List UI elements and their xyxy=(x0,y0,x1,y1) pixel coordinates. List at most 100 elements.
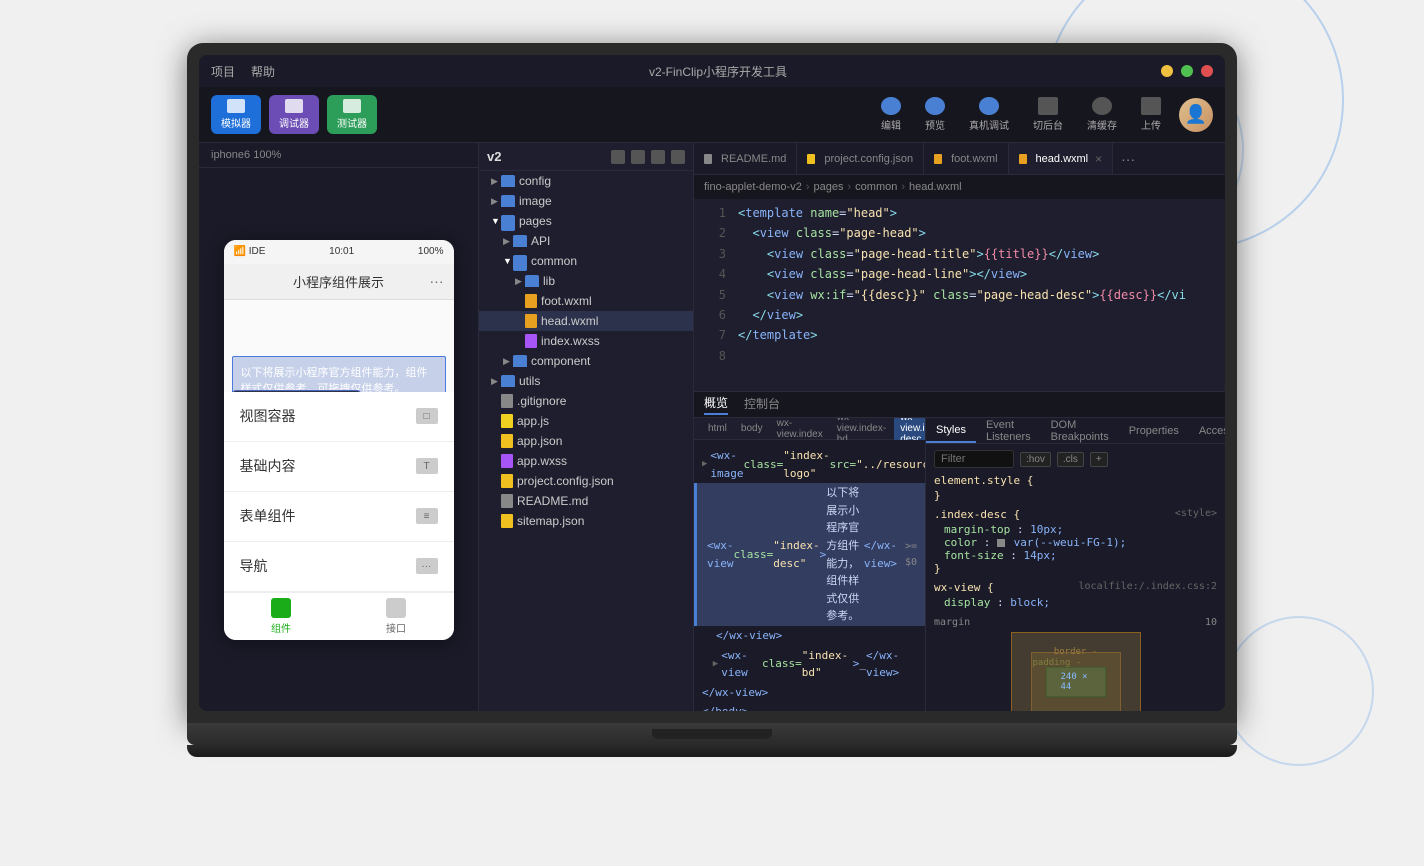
html-line-body-end[interactable]: </body> xyxy=(694,702,925,711)
breadcrumb-pages[interactable]: pages xyxy=(814,181,844,193)
app-title: v2-FinClip小程序开发工具 xyxy=(649,63,787,80)
device-debug-action[interactable]: 真机调试 xyxy=(959,93,1019,136)
html-line-wx-view-desc[interactable]: <wx-view class="index-desc" >以下将展示小程序官方组… xyxy=(694,483,925,626)
window-controls xyxy=(1161,65,1213,77)
maximize-button[interactable] xyxy=(1181,65,1193,77)
preview-action[interactable]: 预览 xyxy=(915,93,955,136)
device-debug-icon xyxy=(979,97,999,115)
minimize-button[interactable] xyxy=(1161,65,1173,77)
menu-project[interactable]: 项目 xyxy=(211,63,235,80)
code-line-7: 7 </template> xyxy=(694,325,1225,345)
styles-tab-properties[interactable]: Properties xyxy=(1119,418,1189,443)
bottom-tab-overview[interactable]: 概览 xyxy=(704,394,728,415)
tree-folder-api[interactable]: ▶ API xyxy=(479,231,693,251)
tree-folder-config[interactable]: ▶ config xyxy=(479,171,693,191)
tabs-more-button[interactable]: ··· xyxy=(1113,151,1143,167)
tree-folder-pages[interactable]: ▼ pages xyxy=(479,211,693,231)
edit-action[interactable]: 编辑 xyxy=(871,93,911,136)
tree-folder-lib[interactable]: ▶ lib xyxy=(479,271,693,291)
html-line-wx-view-end[interactable]: </wx-view> xyxy=(694,683,925,703)
html-line-wx-image[interactable]: ▶ <wx-image class="index-logo" src="../r… xyxy=(694,446,925,483)
html-line-wx-view-close[interactable]: </wx-view> xyxy=(694,626,925,646)
html-line-wx-view-bd[interactable]: ▶ <wx-view class="index-bd" >_</wx-view> xyxy=(694,646,925,683)
tree-folder-utils[interactable]: ▶ utils xyxy=(479,371,693,391)
breadcrumb-file[interactable]: head.wxml xyxy=(909,181,962,193)
tree-file-app-js[interactable]: app.js xyxy=(479,411,693,431)
tree-folder-image[interactable]: ▶ image xyxy=(479,191,693,211)
phone-section-view-container[interactable]: 视图容器 □ xyxy=(224,392,454,442)
lib-folder-icon xyxy=(525,275,539,287)
foot-wxml-label: foot.wxml xyxy=(541,294,592,308)
image-folder-label: image xyxy=(519,194,552,208)
tree-file-sitemap[interactable]: sitemap.json xyxy=(479,511,693,531)
code-line-3: 3 <view class="page-head-title">{{title}… xyxy=(694,244,1225,264)
el-tab-wx-view-index[interactable]: wx-view.index xyxy=(771,418,829,441)
file-tree-header: v2 xyxy=(479,143,693,171)
styles-tab-dom-breakpoints[interactable]: DOM Breakpoints xyxy=(1041,418,1119,443)
code-line-4: 4 <view class="page-head-line"></view> xyxy=(694,264,1225,284)
styles-panel: Styles Event Listeners DOM Breakpoints P… xyxy=(925,418,1225,711)
tree-folder-common[interactable]: ▼ common xyxy=(479,251,693,271)
head-wxml-tab-close[interactable]: × xyxy=(1095,152,1102,166)
tree-file-index-wxss[interactable]: index.wxss xyxy=(479,331,693,351)
styles-filter-input[interactable] xyxy=(934,450,1014,468)
phone-section-basic[interactable]: 基础内容 T xyxy=(224,442,454,492)
pseudo-cls-button[interactable]: .cls xyxy=(1057,452,1084,467)
file-more-button[interactable] xyxy=(671,150,685,164)
upload-action[interactable]: 上传 xyxy=(1131,93,1171,136)
phone-nav-components[interactable]: 组件 xyxy=(271,598,291,635)
tree-file-gitignore[interactable]: .gitignore xyxy=(479,391,693,411)
phone-menu-dots[interactable]: ··· xyxy=(430,273,444,289)
tree-file-project-config[interactable]: project.config.json xyxy=(479,471,693,491)
file-collapse-button[interactable] xyxy=(651,150,665,164)
laptop-bottom xyxy=(187,745,1237,757)
tree-file-head-wxml[interactable]: head.wxml xyxy=(479,311,693,331)
pseudo-hov-button[interactable]: :hov xyxy=(1020,452,1051,467)
section-form-icon: ≡ xyxy=(416,508,438,524)
code-editor[interactable]: 1 <template name="head"> 2 <view class="… xyxy=(694,199,1225,391)
html-tree[interactable]: ▶ <wx-image class="index-logo" src="../r… xyxy=(694,440,925,711)
file-new-button[interactable] xyxy=(611,150,625,164)
close-button[interactable] xyxy=(1201,65,1213,77)
background-action[interactable]: 切后台 xyxy=(1023,93,1073,136)
styles-tab-styles[interactable]: Styles xyxy=(926,418,976,443)
project-config-label: project.config.json xyxy=(517,474,614,488)
section-view-icon: □ xyxy=(416,408,438,424)
phone-section-form[interactable]: 表单组件 ≡ xyxy=(224,492,454,542)
phone-bottom-nav: 组件 接口 xyxy=(224,592,454,640)
styles-tab-accessibility[interactable]: Accessibility xyxy=(1189,418,1225,443)
tab-foot-wxml[interactable]: foot.wxml xyxy=(924,143,1008,174)
toolbar-actions: 编辑 预览 真机调试 切后台 xyxy=(871,93,1171,136)
el-tab-body[interactable]: body xyxy=(735,422,769,435)
app-js-label: app.js xyxy=(517,414,549,428)
breadcrumb-common[interactable]: common xyxy=(855,181,897,193)
tree-folder-component[interactable]: ▶ component xyxy=(479,351,693,371)
bottom-tab-console[interactable]: 控制台 xyxy=(744,395,780,414)
style-rule-wx-view: wx-view { localfile:/.index.css:2 displa… xyxy=(934,581,1217,609)
tree-file-readme[interactable]: README.md xyxy=(479,491,693,511)
editor-panel: README.md project.config.json foot.wxml xyxy=(694,143,1225,711)
mode-debugger-button[interactable]: 调试器 xyxy=(269,95,319,134)
clear-cache-action[interactable]: 清缓存 xyxy=(1077,93,1127,136)
tab-head-wxml[interactable]: head.wxml × xyxy=(1009,143,1114,174)
mode-tester-button[interactable]: 测试器 xyxy=(327,95,377,134)
menu-help[interactable]: 帮助 xyxy=(251,63,275,80)
tab-readme[interactable]: README.md xyxy=(694,143,797,174)
tree-file-app-json[interactable]: app.json xyxy=(479,431,693,451)
breadcrumb-root[interactable]: fino-applet-demo-v2 xyxy=(704,181,802,193)
el-tab-html[interactable]: html xyxy=(702,422,733,435)
style-prop-fontsize: font-size : 14px; xyxy=(944,549,1217,562)
phone-section-nav[interactable]: 导航 ··· xyxy=(224,542,454,592)
tree-file-app-wxss[interactable]: app.wxss xyxy=(479,451,693,471)
user-avatar[interactable]: 👤 xyxy=(1179,98,1213,132)
clear-cache-label: 清缓存 xyxy=(1087,117,1117,132)
tab-project-config[interactable]: project.config.json xyxy=(797,143,924,174)
laptop-base xyxy=(187,723,1237,745)
mode-simulator-button[interactable]: 模拟器 xyxy=(211,95,261,134)
styles-tab-event-listeners[interactable]: Event Listeners xyxy=(976,418,1041,443)
app-wxss-label: app.wxss xyxy=(517,454,567,468)
phone-nav-api[interactable]: 接口 xyxy=(386,598,406,635)
file-refresh-button[interactable] xyxy=(631,150,645,164)
pseudo-add-button[interactable]: + xyxy=(1090,452,1108,467)
tree-file-foot-wxml[interactable]: foot.wxml xyxy=(479,291,693,311)
